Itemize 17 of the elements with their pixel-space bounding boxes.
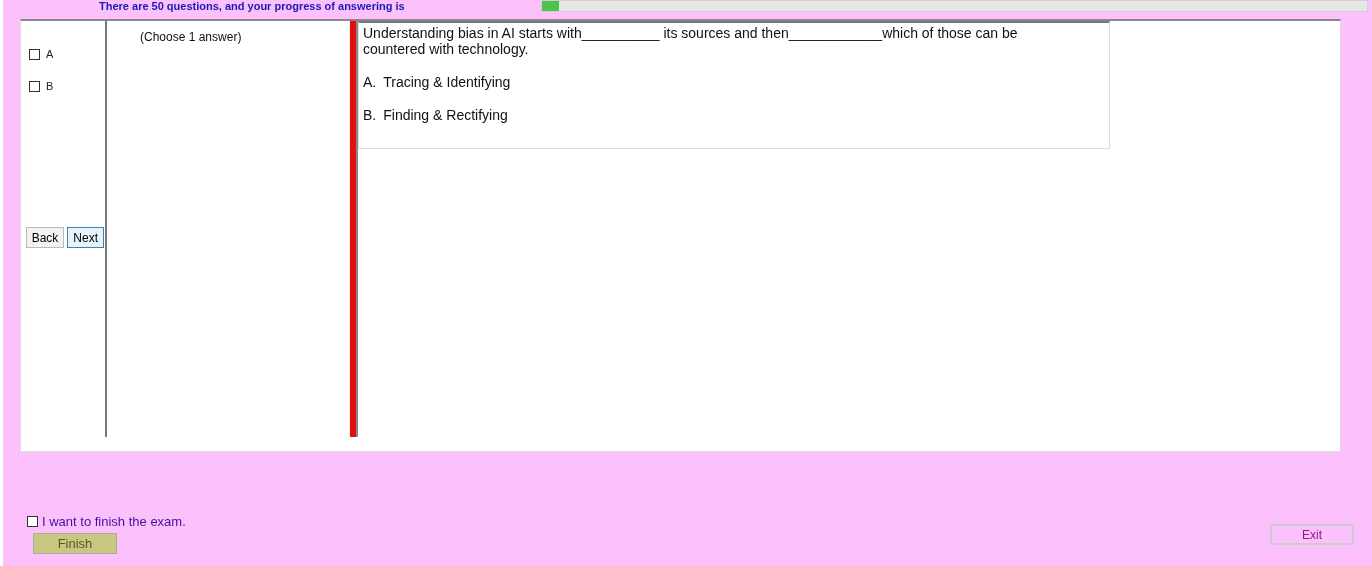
option-letter: A.	[363, 74, 377, 90]
finish-checkbox[interactable]	[27, 516, 38, 527]
option-text: Tracing & Identifying	[383, 74, 511, 90]
question-text: Understanding bias in AI starts with__________ its sources and then____________which of those can be countered with technology.	[363, 25, 1019, 57]
answer-checkbox[interactable]	[29, 48, 40, 60]
exit-button[interactable]: Exit	[1270, 524, 1354, 545]
instruction-text: (Choose 1 answer)	[140, 30, 242, 44]
nav-button[interactable]: Next	[67, 227, 104, 248]
progress-caption: There are 50 questions, and your progress of answering is	[99, 0, 406, 12]
finish-label: I want to finish the exam.	[42, 514, 186, 529]
option-letter: B.	[363, 107, 377, 123]
answer-label: B	[46, 80, 54, 92]
option-text: Finding & Rectifying	[383, 107, 508, 123]
finish-button[interactable]: Finish	[33, 533, 117, 554]
nav-button[interactable]: Back	[25, 227, 65, 248]
answer-checkbox[interactable]	[29, 80, 40, 92]
answer-label: A	[46, 48, 54, 60]
